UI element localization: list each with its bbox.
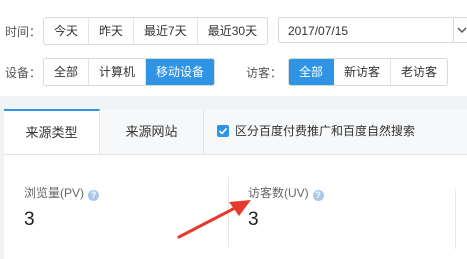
uv-metric-label: 访客数(UV)?	[248, 184, 324, 201]
tab-source-site[interactable]: 来源网站	[100, 109, 204, 154]
visitor-option-new[interactable]: 新访客	[334, 59, 392, 85]
metric-divider	[455, 189, 456, 249]
pv-metric-value: 3	[24, 209, 35, 230]
time-option-7days[interactable]: 最近7天	[134, 18, 198, 44]
device-option-computer[interactable]: 计算机	[89, 59, 147, 85]
filter-bar: 时间： 今天 昨天 最近7天 最近30天 2017/07/15 设备： 全部 计…	[0, 0, 467, 96]
date-picker-input[interactable]: 2017/07/15	[278, 17, 454, 43]
source-tabs: 来源类型 来源网站 区分百度付费推广和百度自然搜索	[4, 109, 467, 155]
device-option-mobile[interactable]: 移动设备	[146, 59, 215, 85]
visitor-option-all[interactable]: 全部	[289, 59, 335, 85]
pv-metric-label: 浏览量(PV)?	[24, 184, 100, 201]
time-option-today[interactable]: 今天	[44, 18, 90, 44]
chevron-down-icon	[457, 27, 467, 34]
time-option-30days[interactable]: 最近30天	[198, 18, 267, 44]
tab-source-type[interactable]: 来源类型	[4, 109, 100, 154]
time-filter-label: 时间：	[5, 25, 42, 39]
device-filter-group: 全部 计算机 移动设备	[43, 58, 216, 86]
visitor-filter-group: 全部 新访客 老访客	[288, 58, 449, 86]
device-option-all[interactable]: 全部	[44, 59, 90, 85]
pv-label-text: 浏览量(PV)	[24, 186, 85, 200]
help-icon[interactable]: ?	[312, 190, 324, 201]
check-icon	[218, 127, 228, 135]
help-icon[interactable]: ?	[88, 190, 100, 201]
date-dropdown-button[interactable]	[454, 17, 467, 43]
visitor-option-returning[interactable]: 老访客	[391, 59, 447, 85]
uv-label-text: 访客数(UV)	[248, 186, 309, 200]
red-arrow-icon	[177, 200, 251, 239]
baidu-split-label[interactable]: 区分百度付费推广和百度自然搜索	[235, 122, 415, 139]
time-option-yesterday[interactable]: 昨天	[89, 18, 135, 44]
visitor-filter-label: 访客：	[246, 66, 283, 80]
time-range-group: 今天 昨天 最近7天 最近30天	[43, 17, 269, 45]
baidu-split-checkbox[interactable]	[217, 125, 229, 137]
device-filter-label: 设备：	[5, 66, 42, 80]
